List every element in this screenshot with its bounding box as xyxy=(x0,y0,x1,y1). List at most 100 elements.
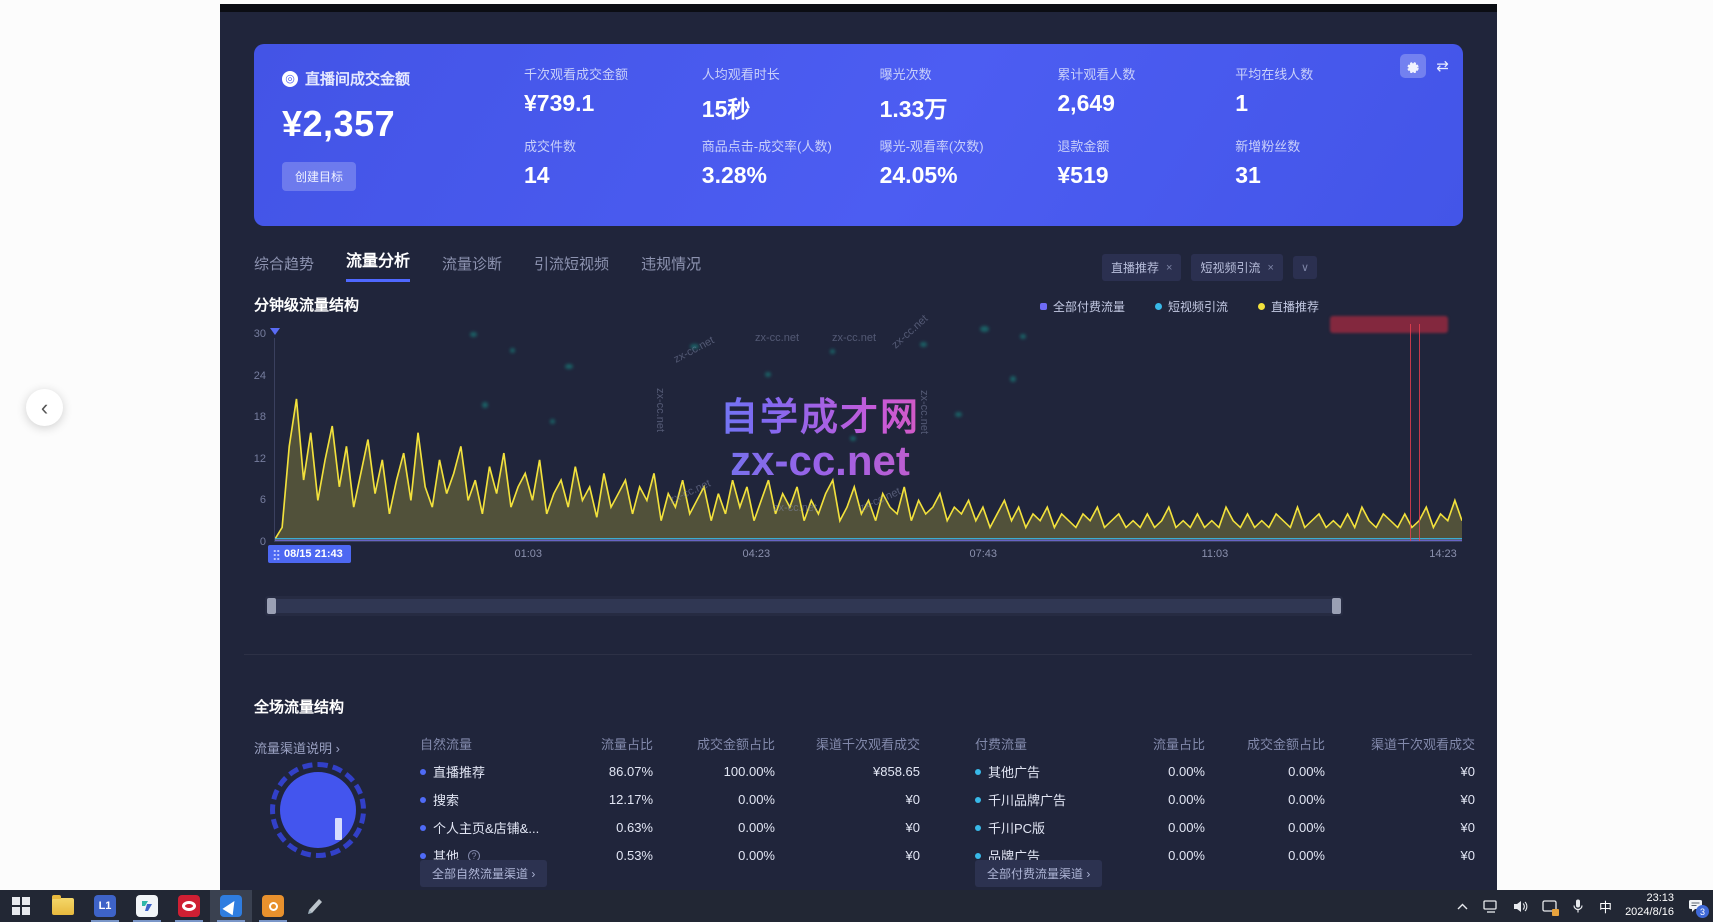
3d-object-icon xyxy=(305,896,325,916)
taskbar-app-cursor-active[interactable] xyxy=(210,890,252,922)
minute-chart-title: 分钟级流量结构 xyxy=(254,294,359,315)
windows-logo-icon xyxy=(12,897,30,915)
donut-label xyxy=(335,818,342,840)
notification-center-icon[interactable]: 3 xyxy=(1687,898,1703,914)
table-row[interactable]: 搜索 xyxy=(420,790,565,809)
start-button[interactable] xyxy=(0,890,42,922)
taskbar-app-3d[interactable] xyxy=(294,890,336,922)
range-fill xyxy=(268,599,1340,613)
chart-legend: 全部付费流量 短视频引流 直播推荐 xyxy=(1040,298,1319,315)
metric-cell: 千次观看成交金额¥739.1 xyxy=(524,64,692,136)
tab-short-video[interactable]: 引流短视频 xyxy=(534,253,609,282)
legend-dot xyxy=(1040,303,1047,310)
gear-icon xyxy=(1407,60,1420,73)
display-capture-icon[interactable] xyxy=(1541,898,1557,914)
table-row[interactable]: 千川品牌广告 xyxy=(975,790,1123,809)
filter-tag-short-video[interactable]: 短视频引流 × xyxy=(1191,254,1282,281)
time-cursor-badge[interactable]: 08/15 21:43 xyxy=(268,545,351,563)
taskbar-file-explorer[interactable] xyxy=(42,890,84,922)
minute-traffic-chart: 30 24 18 12 6 0 08/15 21:4 xyxy=(244,326,1466,568)
teal-app-icon xyxy=(136,895,158,917)
table-row[interactable]: 千川PC版 xyxy=(975,818,1123,837)
all-paid-channels-button[interactable]: 全部付费流量渠道 › xyxy=(975,860,1102,887)
filter-tag-live-recommend[interactable]: 直播推荐 × xyxy=(1102,254,1181,281)
taskbar-clock[interactable]: 23:13 2024/8/16 xyxy=(1625,892,1674,920)
cell-gmv-pct: 0.00% xyxy=(653,792,775,807)
cell-gmv-pct: 0.00% xyxy=(1205,848,1325,863)
tab-bar: 综合趋势 流量分析 流量诊断 引流短视频 违规情况 xyxy=(254,252,701,282)
cell-traffic-pct: 0.00% xyxy=(1123,764,1205,779)
cell-traffic-pct: 0.00% xyxy=(1123,848,1205,863)
microphone-icon[interactable] xyxy=(1570,898,1586,914)
series-dot xyxy=(420,825,426,831)
metric-cell: 累计观看人数2,649 xyxy=(1057,64,1225,136)
card-settings-button[interactable] xyxy=(1400,54,1426,78)
ime-indicator[interactable]: 中 xyxy=(1599,897,1612,916)
desktop: ‹ ◎ 直播间成交金额 ¥2,357 创建目标 千次观看成交金额¥739.1 人… xyxy=(0,0,1713,922)
column-header: 渠道千次观看成交 xyxy=(775,734,920,753)
cell-gpm: ¥0 xyxy=(1325,848,1475,863)
network-icon[interactable] xyxy=(1483,898,1499,914)
chart-range-slider[interactable] xyxy=(265,596,1343,616)
table-row[interactable]: 直播推荐 xyxy=(420,762,565,781)
analytics-window: ◎ 直播间成交金额 ¥2,357 创建目标 千次观看成交金额¥739.1 人均观… xyxy=(220,4,1497,890)
divider xyxy=(244,654,1472,655)
taskbar-app-red[interactable] xyxy=(168,890,210,922)
red-marker-line xyxy=(1419,324,1420,541)
cell-gmv-pct: 100.00% xyxy=(653,764,775,779)
tab-violations[interactable]: 违规情况 xyxy=(641,253,701,282)
close-icon[interactable]: × xyxy=(1166,262,1172,274)
channel-note-link[interactable]: 流量渠道说明 › xyxy=(254,738,340,757)
column-header: 流量占比 xyxy=(565,734,653,753)
cell-traffic-pct: 0.63% xyxy=(565,820,653,835)
table-row[interactable]: 个人主页&店铺&... xyxy=(420,818,565,837)
cell-gpm: ¥0 xyxy=(775,820,920,835)
cell-gpm: ¥0 xyxy=(775,848,920,863)
range-handle-left[interactable] xyxy=(267,598,276,614)
windows-taskbar: L1 中 23:13 2024/8/16 3 xyxy=(0,890,1713,922)
metric-cell: 平均在线人数1 xyxy=(1235,64,1403,136)
series-dot xyxy=(975,797,981,803)
cell-gpm: ¥858.65 xyxy=(775,764,920,779)
cell-gmv-pct: 0.00% xyxy=(653,820,775,835)
metric-cell: 曝光次数1.33万 xyxy=(880,64,1048,136)
chevron-down-icon[interactable]: ∨ xyxy=(1293,256,1317,279)
notification-badge: 3 xyxy=(1696,905,1709,918)
traffic-donut-chart[interactable] xyxy=(270,762,366,858)
series-dot xyxy=(420,797,426,803)
tab-traffic-analysis[interactable]: 流量分析 xyxy=(346,247,410,282)
taskbar-app-orange[interactable] xyxy=(252,890,294,922)
column-header: 成交金额占比 xyxy=(1205,734,1325,753)
cell-gmv-pct: 0.00% xyxy=(1205,764,1325,779)
legend-live-recommend[interactable]: 直播推荐 xyxy=(1258,298,1319,315)
back-button[interactable]: ‹ xyxy=(26,389,63,426)
cell-gpm: ¥0 xyxy=(775,792,920,807)
series-dot xyxy=(975,853,981,859)
table-row[interactable]: 其他广告 xyxy=(975,762,1123,781)
x-axis: 08/15 21:43 01:03 04:23 07:43 11:03 14:2… xyxy=(274,548,1462,568)
plot-area[interactable] xyxy=(274,338,1462,542)
tray-chevron-up-icon[interactable] xyxy=(1454,898,1470,914)
system-tray: 中 23:13 2024/8/16 3 xyxy=(1454,892,1713,920)
cell-gpm: ¥0 xyxy=(1325,792,1475,807)
metric-cell: 成交件数14 xyxy=(524,136,692,208)
legend-short-video[interactable]: 短视频引流 xyxy=(1155,298,1228,315)
clock-date: 2024/8/16 xyxy=(1625,906,1674,920)
primary-metric-value: ¥2,357 xyxy=(282,103,504,145)
metrics-grid: 千次观看成交金额¥739.1 人均观看时长15秒 曝光次数1.33万 累计观看人… xyxy=(504,44,1463,226)
taskbar-app-l1[interactable]: L1 xyxy=(84,890,126,922)
red-oval-app-icon xyxy=(178,895,200,917)
all-natural-channels-button[interactable]: 全部自然流量渠道 › xyxy=(420,860,547,887)
legend-paid-traffic[interactable]: 全部付费流量 xyxy=(1040,298,1125,315)
close-icon[interactable]: × xyxy=(1268,262,1274,274)
cell-traffic-pct: 12.17% xyxy=(565,792,653,807)
tab-overall-trend[interactable]: 综合趋势 xyxy=(254,253,314,282)
tab-traffic-diagnosis[interactable]: 流量诊断 xyxy=(442,253,502,282)
speaker-icon[interactable] xyxy=(1512,898,1528,914)
cell-gpm: ¥0 xyxy=(1325,820,1475,835)
series-dot xyxy=(420,769,426,775)
range-handle-right[interactable] xyxy=(1332,598,1341,614)
create-goal-button[interactable]: 创建目标 xyxy=(282,162,356,191)
swap-icon[interactable]: ⇄ xyxy=(1436,57,1449,75)
taskbar-app-teal[interactable] xyxy=(126,890,168,922)
